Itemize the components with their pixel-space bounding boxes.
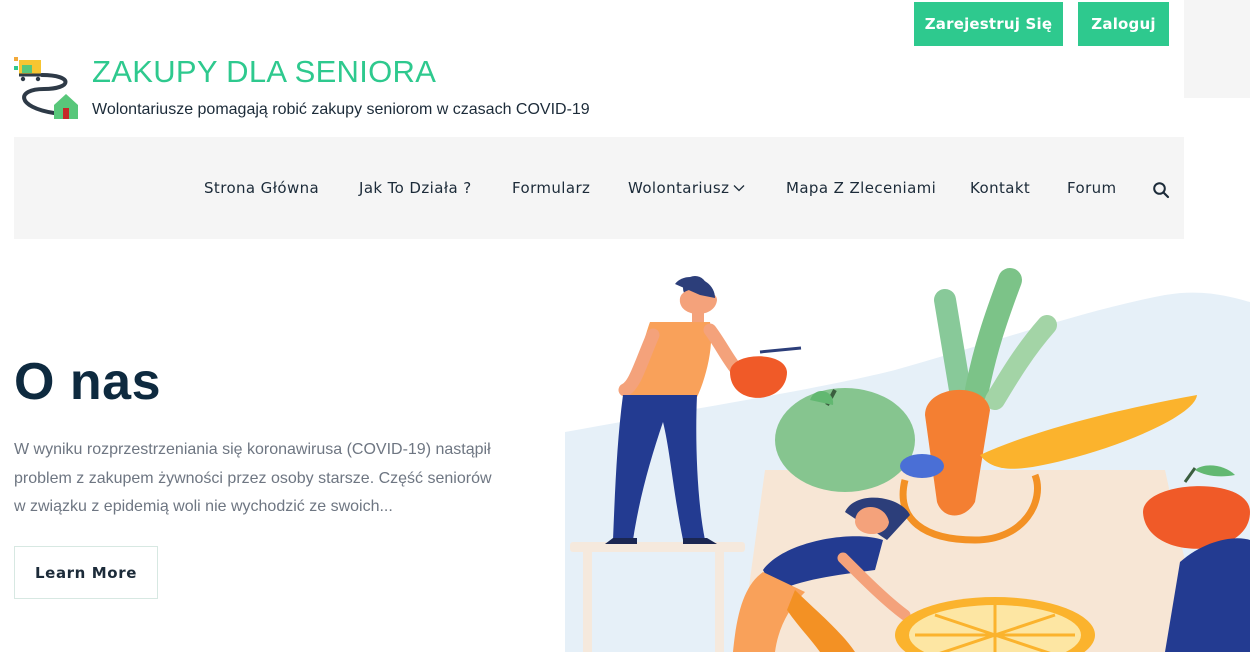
nav-item-form[interactable]: Formularz	[512, 179, 590, 197]
register-button[interactable]: Zarejestruj Się	[914, 2, 1063, 46]
site-tagline: Wolontariusze pomagają robić zakupy seni…	[92, 101, 590, 118]
login-button[interactable]: Zaloguj	[1078, 2, 1169, 46]
search-icon[interactable]	[1152, 181, 1170, 199]
nav-item-label: Jak To Działa ?	[359, 179, 472, 197]
nav-item-home[interactable]: Strona Główna	[204, 179, 319, 197]
about-description: W wyniku rozprzestrzeniania się koronawi…	[14, 441, 492, 515]
groceries-volunteers-illustration	[565, 268, 1250, 652]
nav-item-volunteer[interactable]: Wolontariusz	[628, 179, 745, 197]
nav-item-label: Kontakt	[970, 179, 1031, 197]
main-navigation: Strona Główna Jak To Działa ? Formularz …	[14, 137, 1184, 239]
nav-item-forum[interactable]: Forum	[1067, 179, 1117, 197]
site-title[interactable]: ZAKUPY DLA SENIORA	[92, 54, 436, 90]
nav-item-label: Wolontariusz	[628, 179, 730, 197]
nav-item-orders-map[interactable]: Mapa Z Zleceniami	[786, 179, 936, 197]
nav-item-label: Mapa Z Zleceniami	[786, 179, 937, 197]
chevron-down-icon	[733, 185, 745, 192]
nav-item-contact[interactable]: Kontakt	[970, 179, 1030, 197]
nav-item-label: Formularz	[512, 179, 591, 197]
nav-item-label: Strona Główna	[204, 179, 320, 197]
shopping-cart-house-logo-icon[interactable]	[14, 55, 80, 121]
top-right-panel	[1184, 0, 1250, 98]
nav-item-label: Forum	[1067, 179, 1117, 197]
about-title: O nas	[14, 353, 161, 411]
learn-more-button[interactable]: Learn More	[14, 546, 158, 599]
nav-item-how-it-works[interactable]: Jak To Działa ?	[359, 179, 472, 197]
